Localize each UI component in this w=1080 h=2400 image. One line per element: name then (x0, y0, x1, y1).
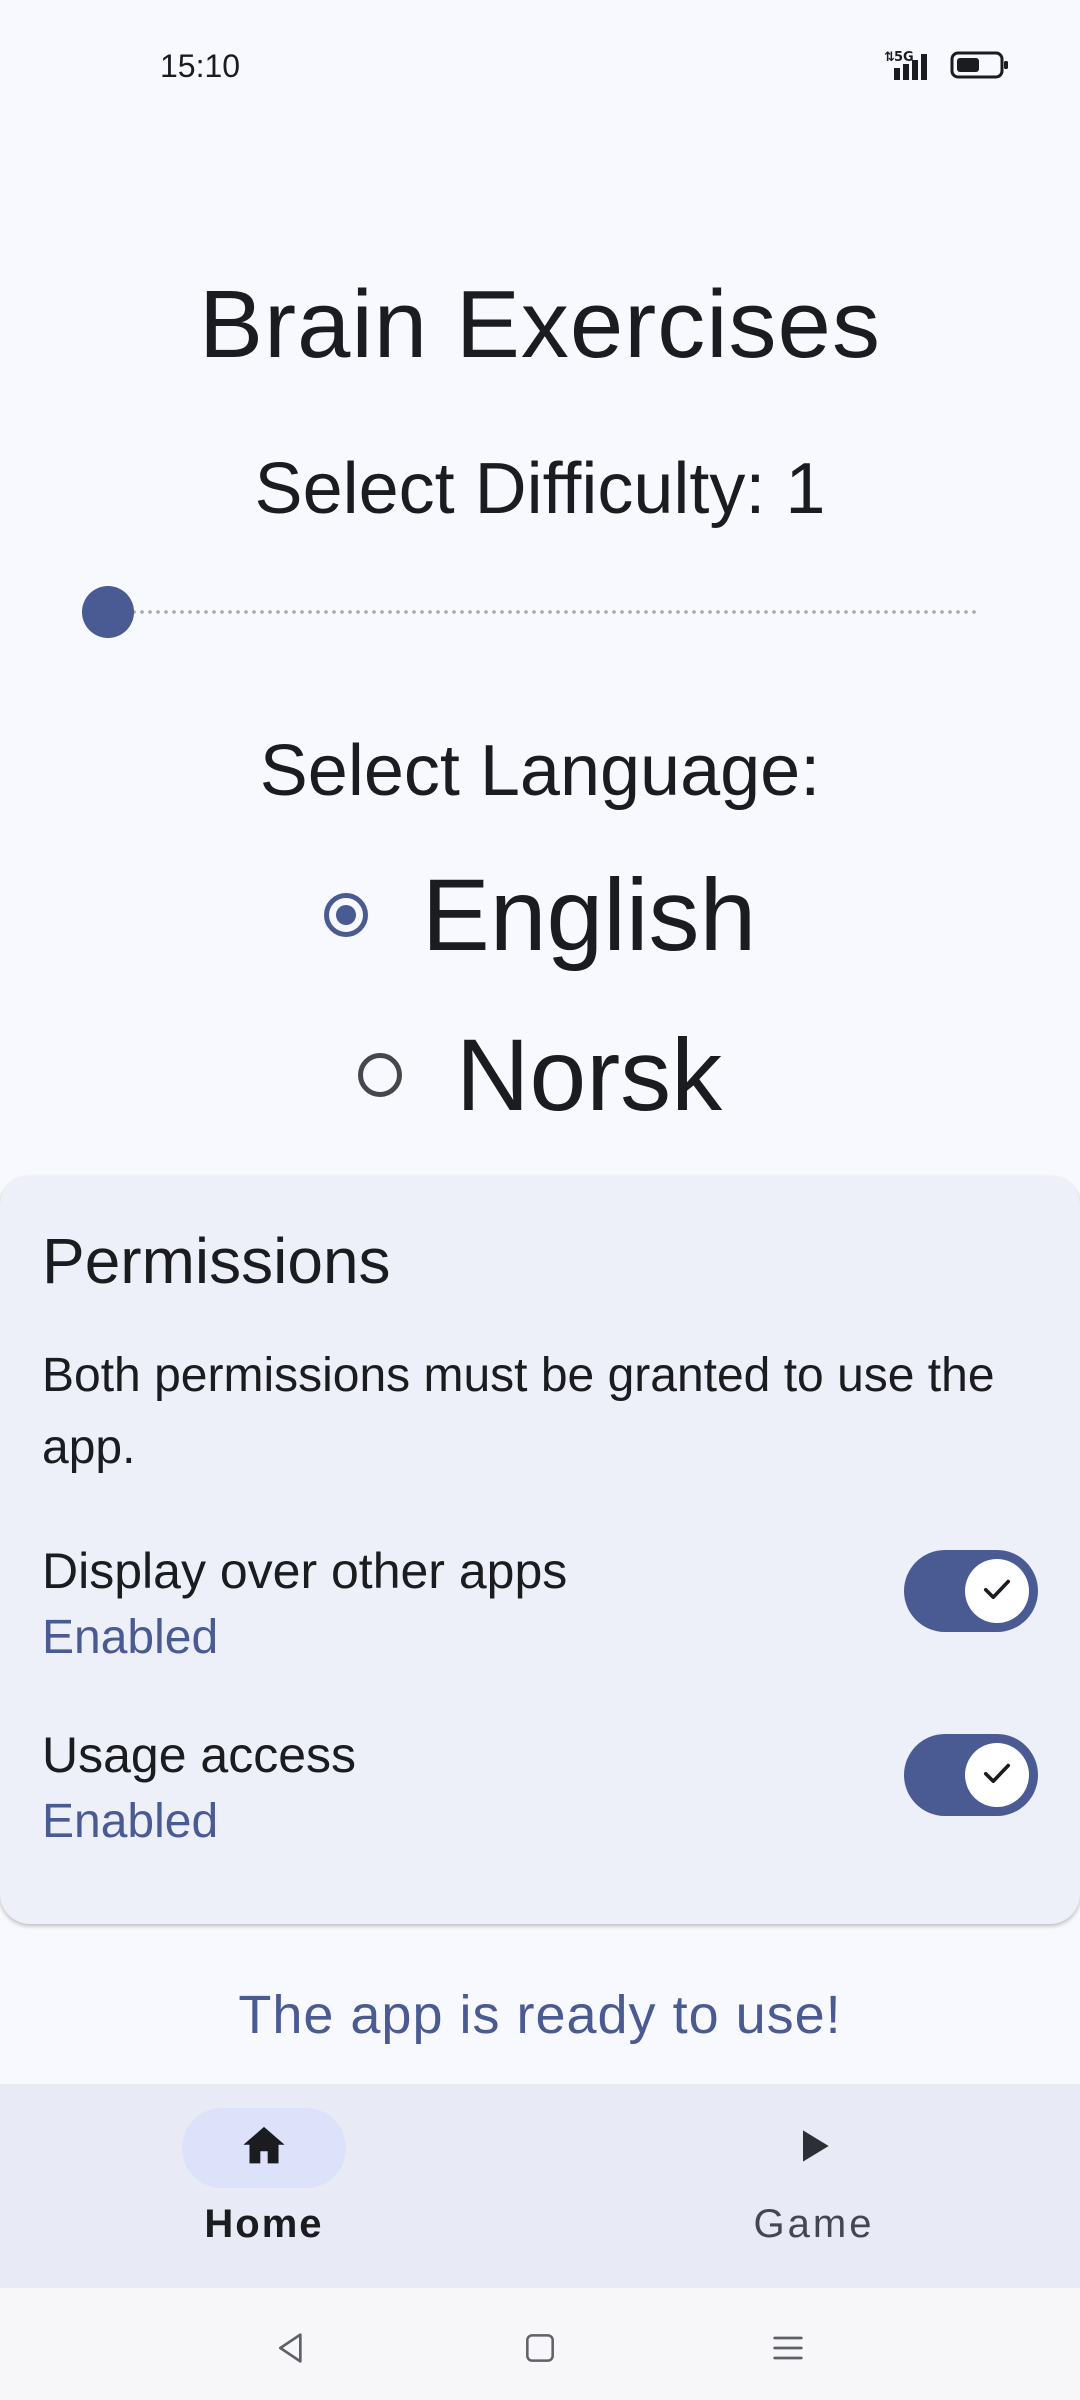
status-bar: 15:10 ⇅ 5G (0, 0, 1080, 130)
permission-status: Enabled (42, 1795, 219, 1848)
usage-access-toggle[interactable] (904, 1734, 1038, 1816)
status-time: 15:10 (160, 48, 241, 84)
check-icon (979, 1755, 1015, 1796)
slider-thumb[interactable] (82, 586, 134, 638)
nav-label-game: Game (753, 2202, 875, 2246)
language-option-english[interactable]: English (0, 855, 1080, 975)
language-option-norsk[interactable]: Norsk (0, 1015, 1080, 1135)
permissions-card: Permissions Both permissions must be gra… (0, 1176, 1080, 1924)
radio-english[interactable] (323, 893, 368, 937)
system-navigation-bar (0, 2288, 1080, 2400)
permissions-description: Both permissions must be granted to use … (42, 1349, 995, 1474)
toggle-knob (965, 1743, 1029, 1807)
permissions-title: Permissions (42, 1225, 391, 1297)
slider-track[interactable] (82, 610, 978, 614)
permission-row-usage-access: Usage access Enabled (42, 1726, 1038, 1856)
language-option-label: Norsk (455, 1017, 723, 1132)
difficulty-slider[interactable] (82, 586, 978, 638)
bottom-navigation: Home Game (0, 2084, 1080, 2288)
menu-icon[interactable] (758, 2318, 818, 2378)
play-icon (792, 2124, 836, 2173)
permission-status: Enabled (42, 1611, 219, 1664)
status-icons: ⇅ 5G (880, 48, 1010, 87)
home-icon (238, 2120, 290, 2177)
network-label: 5G (894, 50, 914, 65)
app-title: Brain Exercises (199, 271, 881, 378)
nav-item-game[interactable]: Game (540, 2084, 1080, 2288)
nav-indicator (732, 2108, 896, 2188)
permission-row-display-over-apps: Display over other apps Enabled (42, 1542, 1038, 1672)
radio-norsk[interactable] (357, 1053, 402, 1097)
check-icon (979, 1571, 1015, 1612)
nav-item-home[interactable]: Home (0, 2084, 540, 2288)
ready-message: The app is ready to use! (238, 1985, 842, 2045)
language-label: Select Language: (259, 731, 821, 811)
language-option-label: English (421, 857, 757, 972)
nav-label-home: Home (204, 2202, 324, 2246)
nav-indicator (182, 2108, 346, 2188)
home-square-icon[interactable] (510, 2318, 570, 2378)
toggle-knob (965, 1559, 1029, 1623)
back-icon[interactable] (262, 2318, 322, 2378)
signal-5g-icon: ⇅ 5G (880, 48, 936, 87)
difficulty-label: Select Difficulty: 1 (254, 449, 826, 529)
permission-name: Display over other apps (42, 1543, 568, 1599)
permission-name: Usage access (42, 1727, 357, 1783)
display-over-apps-toggle[interactable] (904, 1550, 1038, 1632)
battery-icon (950, 50, 1010, 85)
